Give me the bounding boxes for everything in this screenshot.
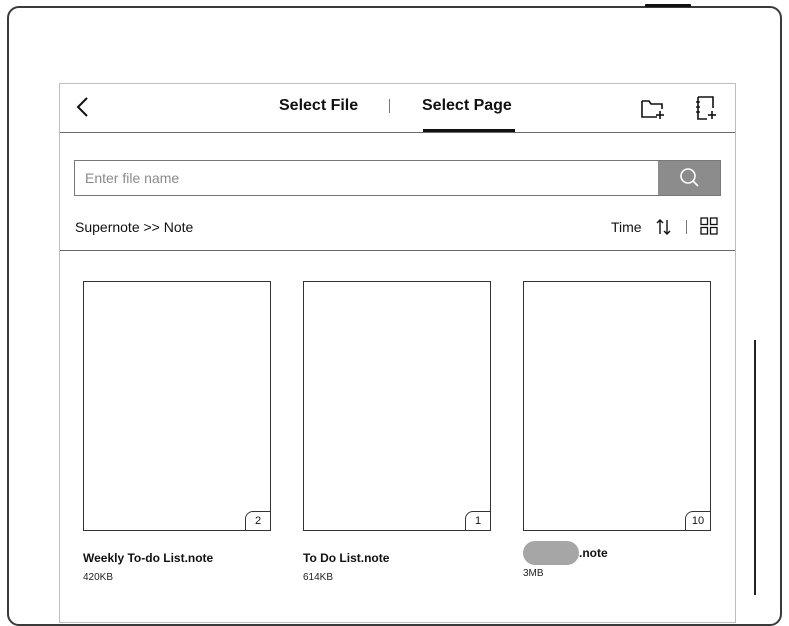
tab-select-file[interactable]: Select File <box>279 97 358 115</box>
file-card-todo-list[interactable]: 1 To Do List.note 614KB <box>303 281 493 583</box>
breadcrumb[interactable]: Supernote >> Note <box>75 219 193 235</box>
search-button[interactable] <box>658 161 720 195</box>
file-thumbnail[interactable]: 1 <box>303 281 491 531</box>
grid-view-icon[interactable] <box>700 217 718 235</box>
file-size: 420KB <box>83 572 114 583</box>
page-count-badge: 2 <box>245 511 271 531</box>
search-bar <box>74 160 721 196</box>
file-name: .note <box>523 541 713 565</box>
file-thumbnail[interactable]: 10 <box>523 281 711 531</box>
dialog-header: Select File Select Page <box>60 84 735 133</box>
select-page-dialog: Select File Select Page Supernote >> Not… <box>59 83 736 623</box>
search-input[interactable] <box>75 161 658 195</box>
back-button[interactable] <box>68 92 96 122</box>
sort-label[interactable]: Time <box>611 219 642 235</box>
side-scroll-indicator <box>754 340 756 595</box>
content-divider <box>60 250 735 251</box>
tab-select-page[interactable]: Select Page <box>422 97 512 115</box>
page-count-badge: 10 <box>685 511 711 531</box>
active-tab-indicator <box>423 129 515 132</box>
file-name: Weekly To-do List.note <box>83 551 273 565</box>
file-card-weekly-todo[interactable]: 2 Weekly To-do List.note 420KB <box>83 281 273 583</box>
file-name-text: Weekly To-do List.note <box>83 551 214 565</box>
file-name-text: .note <box>579 546 608 560</box>
search-icon <box>680 168 699 187</box>
toolbar-separator <box>686 220 687 234</box>
file-thumbnail[interactable]: 2 <box>83 281 271 531</box>
redaction-blob <box>523 541 579 565</box>
page-count-badge: 1 <box>465 511 491 531</box>
file-size: 614KB <box>303 572 334 583</box>
file-size: 3MB <box>523 568 544 579</box>
file-name: To Do List.note <box>303 551 493 565</box>
device-notch <box>645 4 691 7</box>
sort-order-icon[interactable] <box>655 217 673 237</box>
new-folder-icon[interactable] <box>640 95 666 121</box>
new-note-icon[interactable] <box>693 95 719 121</box>
file-card-redacted-note[interactable]: 10 .note 3MB <box>523 281 713 579</box>
file-name-text: To Do List.note <box>303 551 390 565</box>
back-chevron-icon <box>76 97 88 117</box>
tab-separator <box>389 99 390 113</box>
